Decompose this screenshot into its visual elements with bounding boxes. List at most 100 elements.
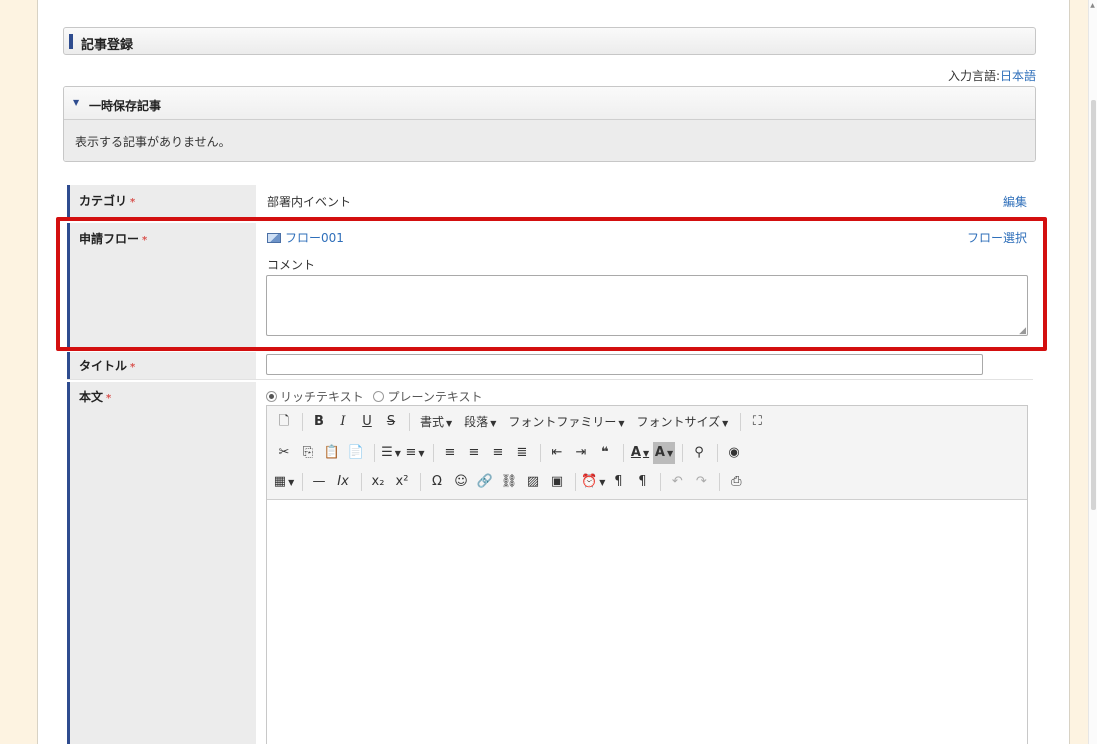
required-mark: * [130,197,136,208]
fullscreen-icon[interactable]: ⛶ [746,411,768,433]
redo-icon[interactable]: ↷ [690,471,712,493]
image-icon[interactable]: ▨ [522,471,544,493]
superscript-icon[interactable]: x² [391,471,413,493]
title-label: タイトル [79,359,128,373]
insert-datetime-icon[interactable]: ⏰ ▼ [581,471,605,493]
toolbar-separator [302,473,303,491]
underline-icon[interactable]: U [356,411,378,433]
toolbar-separator [540,444,541,462]
paragraph-dropdown-label: 段落 [464,415,489,429]
table-icon[interactable]: ▦ ▼ [273,471,295,493]
font-family-dropdown[interactable]: フォントファミリー ▼ [503,411,629,433]
page-title: 記事登録 [81,38,134,53]
special-char-icon[interactable]: Ω [426,471,448,493]
flow-link[interactable]: フロー001 [267,229,344,246]
category-label: カテゴリ [79,194,128,208]
flow-label-cell: 申請フロー * [67,223,256,347]
toolbar-row-3: ▦ ▼ — Ix x₂ x² Ω ☺ 🔗 ⛓ ▨ ▣ ⏰ ▼ ¶ ¶ ↶ ↷ ⎙ [273,470,749,494]
toolbar-separator [433,444,434,462]
plain-text-option[interactable]: プレーンテキスト [373,390,483,404]
category-value-cell: 部署内イベント 編集 [256,185,1033,218]
row-divider [67,218,1033,219]
toolbar-separator [740,413,742,431]
indent-icon[interactable]: ⇥ [570,442,592,464]
numbered-list-icon[interactable]: ≡ ▼ [404,442,426,464]
format-dropdown[interactable]: 書式 ▼ [415,411,457,433]
collapse-triangle-icon[interactable]: ▼ [73,98,79,107]
font-size-dropdown-label: フォントサイズ [636,415,721,429]
undo-icon[interactable]: ↶ [666,471,688,493]
title-value-cell [256,352,1033,379]
flow-value-cell: フロー001 フロー選択 コメント ◢ [256,223,1033,347]
italic-icon[interactable]: I [332,411,354,433]
row-divider [67,379,1033,380]
ltr-direction-icon[interactable]: ¶ [607,471,629,493]
radio-selected-icon[interactable] [266,391,277,402]
copy-icon[interactable]: ⎘ [297,442,319,464]
outdent-icon[interactable]: ⇤ [546,442,568,464]
find-icon[interactable]: ⚲ [688,442,710,464]
link-icon[interactable]: 🔗 [474,471,496,493]
align-center-icon[interactable]: ≡ [463,442,485,464]
text-color-icon[interactable]: A ▼ [629,442,651,464]
paste-icon[interactable]: 📋 [321,442,343,464]
font-size-dropdown[interactable]: フォントサイズ ▼ [632,411,734,433]
align-right-icon[interactable]: ≡ [487,442,509,464]
bullet-list-icon[interactable]: ☰ ▼ [380,442,402,464]
toolbar-separator [660,473,662,491]
print-icon[interactable]: ⎙ [725,471,747,493]
subscript-icon[interactable]: x₂ [367,471,389,493]
cut-icon[interactable]: ✂ [273,442,295,464]
category-edit-link[interactable]: 編集 [1003,193,1027,210]
resize-handle-icon[interactable]: ◢ [1019,326,1026,336]
page-title-bar: 記事登録 [63,27,1036,55]
input-language: 入力言語:日本語 [948,67,1036,84]
show-blocks-icon[interactable]: ¶ [631,471,653,493]
dropdown-arrow-icon: ▼ [490,419,497,428]
align-justify-icon[interactable]: ≣ [511,442,533,464]
background-color-icon[interactable]: A ▼ [653,442,675,464]
toolbar-separator [420,473,421,491]
toolbar-row-1: 🗋 B I U S 書式 ▼ 段落 ▼ フォントファミリー ▼ フォントサイズ ▼ ⛶ [273,410,770,434]
body-label-cell: 本文 * [67,382,256,744]
toolbar-separator [682,444,683,462]
required-mark: * [130,362,136,373]
toolbar-separator [374,444,375,462]
temp-saved-header[interactable]: ▼ 一時保存記事 [64,87,1035,120]
rich-text-option[interactable]: リッチテキスト [266,390,364,404]
flow-select-link[interactable]: フロー選択 [967,229,1027,246]
unlink-icon[interactable]: ⛓ [498,471,520,493]
plain-text-label[interactable]: プレーンテキスト [387,390,482,404]
emoticon-icon[interactable]: ☺ [450,471,472,493]
comment-textarea[interactable] [266,275,1028,336]
rich-text-editor: 🗋 B I U S 書式 ▼ 段落 ▼ フォントファミリー ▼ フォントサイズ ▼ ⛶ … [266,405,1028,744]
new-document-icon[interactable]: 🗋 [273,411,295,433]
strikethrough-icon[interactable]: S [380,411,402,433]
input-language-link[interactable]: 日本語 [1000,69,1036,83]
paste-text-icon[interactable]: 📄 [345,442,367,464]
toolbar-separator [302,413,303,431]
editor-toolbar: 🗋 B I U S 書式 ▼ 段落 ▼ フォントファミリー ▼ フォントサイズ ▼ ⛶ … [267,406,1027,500]
body-row: 本文 * リッチテキスト プレーンテキスト 🗋 B I U S 書式 ▼ 段落 ▼ フ… [67,382,1033,744]
rich-text-label[interactable]: リッチテキスト [280,390,364,404]
scrollbar-thumb[interactable] [1091,100,1096,510]
toolbar-separator [575,473,576,491]
input-language-label: 入力言語: [947,69,1000,83]
flow-name[interactable]: フロー001 [285,231,344,245]
media-icon[interactable]: ▣ [546,471,568,493]
title-input[interactable] [266,354,983,375]
flow-label: 申請フロー [79,232,140,246]
title-accent-bar [69,34,73,49]
align-left-icon[interactable]: ≡ [439,442,461,464]
horizontal-rule-icon[interactable]: — [308,471,330,493]
paragraph-dropdown[interactable]: 段落 ▼ [459,411,501,433]
preview-eye-icon[interactable]: ◉ [723,442,745,464]
dropdown-arrow-icon: ▼ [722,419,729,428]
radio-unselected-icon[interactable] [373,391,385,402]
clear-format-icon[interactable]: Ix [332,471,354,493]
toolbar-separator [623,444,624,462]
bold-icon[interactable]: B [308,411,330,433]
scroll-up-icon[interactable]: ▲ [1089,2,1096,9]
blockquote-icon[interactable]: ❝ [594,442,616,464]
required-mark: * [142,235,148,246]
